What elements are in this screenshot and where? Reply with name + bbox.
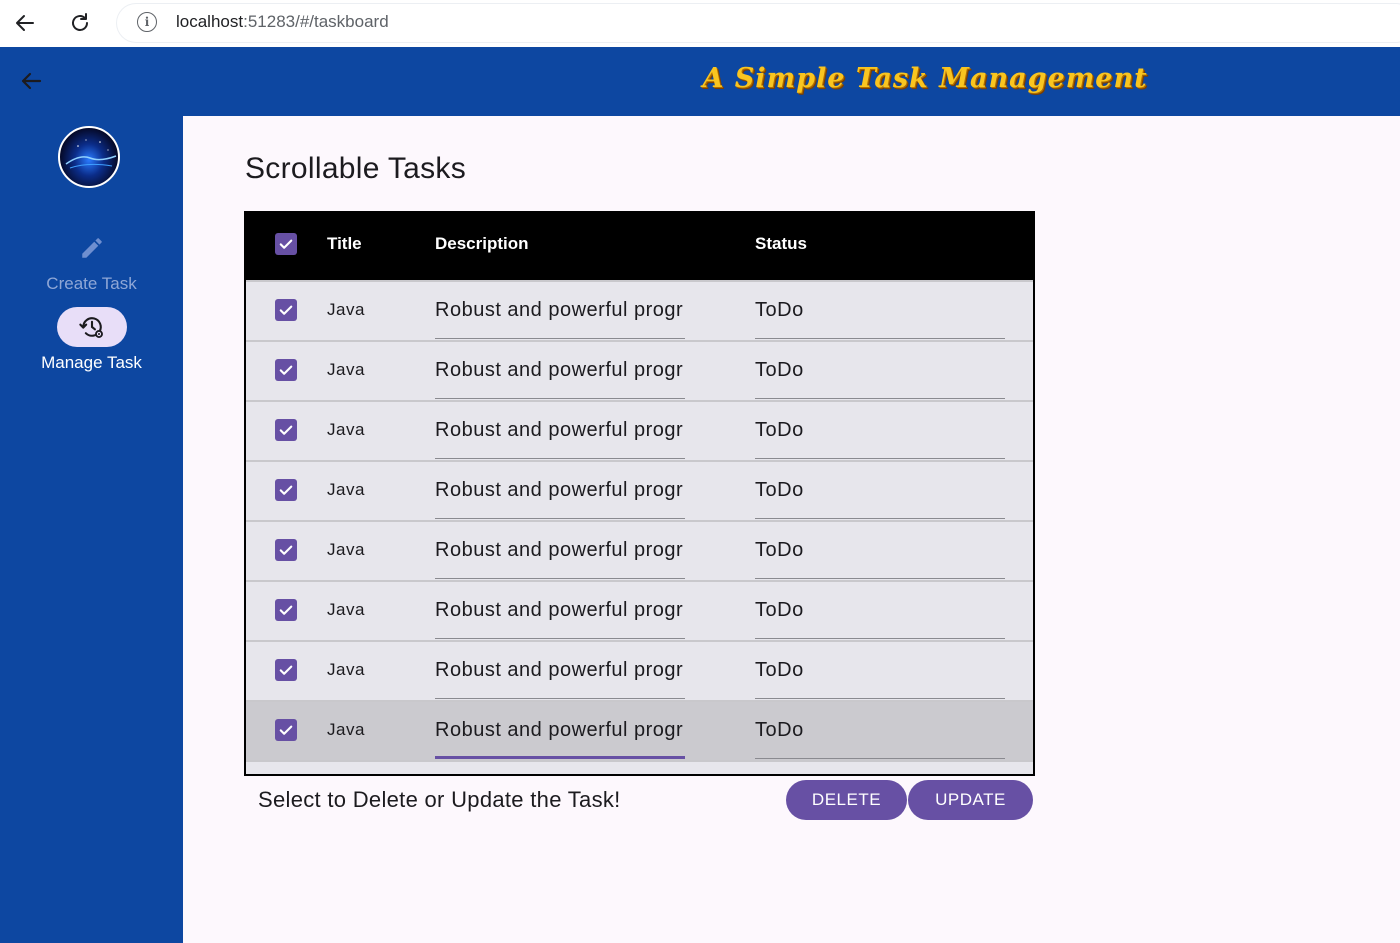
table-row[interactable]: Java Robust and powerful progr ToDo bbox=[246, 520, 1033, 580]
task-title: Java bbox=[327, 660, 365, 679]
task-title: Java bbox=[327, 480, 365, 499]
description-field[interactable]: Robust and powerful progr bbox=[435, 599, 685, 639]
tasks-table[interactable]: Title Description Status Java Robust and… bbox=[244, 211, 1035, 776]
reload-icon bbox=[72, 13, 88, 31]
check-icon bbox=[279, 365, 293, 375]
table-row[interactable]: Java Robust and powerful progr ToDo bbox=[246, 580, 1033, 640]
site-info-icon[interactable]: i bbox=[137, 12, 157, 32]
app-bar: A Simple Task Management bbox=[0, 47, 1400, 116]
task-title: Java bbox=[327, 360, 365, 379]
delete-button[interactable]: DELETE bbox=[786, 780, 907, 820]
navigation-rail: Create Task Manage Task bbox=[0, 116, 183, 943]
status-field[interactable]: ToDo bbox=[755, 359, 1005, 399]
arrow-back-icon bbox=[21, 72, 42, 90]
task-title: Java bbox=[327, 720, 365, 739]
description-field[interactable]: Robust and powerful progr bbox=[435, 419, 685, 459]
browser-back-button[interactable] bbox=[7, 6, 43, 40]
table-row[interactable]: Java Robust and powerful progr ToDo bbox=[246, 700, 1033, 760]
description-field[interactable]: Robust and powerful progr bbox=[435, 659, 685, 699]
status-field[interactable]: ToDo bbox=[755, 479, 1005, 519]
row-checkbox[interactable] bbox=[275, 479, 297, 501]
description-field[interactable]: Robust and powerful progr bbox=[435, 479, 685, 519]
description-field[interactable]: Robust and powerful progr bbox=[435, 539, 685, 579]
table-row[interactable]: Java Robust and powerful progr ToDo bbox=[246, 280, 1033, 340]
status-field[interactable]: ToDo bbox=[755, 299, 1005, 339]
app-title: A Simple Task Management bbox=[702, 63, 1148, 94]
check-icon bbox=[279, 239, 293, 249]
instruction-text: Select to Delete or Update the Task! bbox=[258, 787, 621, 812]
description-field[interactable]: Robust and powerful progr bbox=[435, 719, 685, 759]
avatar bbox=[58, 126, 120, 188]
table-row[interactable]: Java Robust and powerful progr ToDo bbox=[246, 340, 1033, 400]
description-field[interactable]: Robust and powerful progr bbox=[435, 299, 685, 339]
table-header: Title Description Status bbox=[246, 213, 1033, 280]
row-checkbox[interactable] bbox=[275, 719, 297, 741]
check-icon bbox=[279, 485, 293, 495]
rail-label: Create Task bbox=[46, 274, 137, 293]
column-header-status[interactable]: Status bbox=[755, 234, 807, 254]
column-header-description[interactable]: Description bbox=[435, 234, 529, 254]
table-row[interactable]: Java Robust and powerful progr ToDo bbox=[246, 400, 1033, 460]
table-row-partial bbox=[246, 760, 1033, 774]
check-icon bbox=[279, 425, 293, 435]
arrow-left-icon bbox=[16, 15, 34, 31]
app-back-button[interactable] bbox=[14, 64, 48, 98]
status-field[interactable]: ToDo bbox=[755, 599, 1005, 639]
pencil-icon bbox=[81, 238, 102, 258]
main-content: Scrollable Tasks Title Description Statu… bbox=[183, 116, 1400, 943]
page-title: Scrollable Tasks bbox=[245, 152, 467, 185]
url-text[interactable]: localhost:51283/#/taskboard bbox=[176, 12, 389, 32]
description-field[interactable]: Robust and powerful progr bbox=[435, 359, 685, 399]
check-icon bbox=[279, 725, 293, 735]
browser-toolbar: i localhost:51283/#/taskboard bbox=[0, 0, 1400, 47]
row-checkbox[interactable] bbox=[275, 419, 297, 441]
select-all-checkbox[interactable] bbox=[275, 233, 297, 255]
task-title: Java bbox=[327, 420, 365, 439]
rail-label: Manage Task bbox=[41, 353, 142, 372]
table-row[interactable]: Java Robust and powerful progr ToDo bbox=[246, 640, 1033, 700]
rail-icon-container bbox=[57, 228, 127, 268]
task-title: Java bbox=[327, 600, 365, 619]
check-icon bbox=[279, 665, 293, 675]
status-field[interactable]: ToDo bbox=[755, 539, 1005, 579]
task-title: Java bbox=[327, 540, 365, 559]
status-field[interactable]: ToDo bbox=[755, 659, 1005, 699]
task-title: Java bbox=[327, 300, 365, 319]
row-checkbox[interactable] bbox=[275, 299, 297, 321]
rail-icon-container bbox=[56, 307, 127, 347]
rail-item-create-task[interactable]: Create Task bbox=[0, 228, 183, 294]
row-checkbox[interactable] bbox=[275, 539, 297, 561]
row-checkbox[interactable] bbox=[275, 599, 297, 621]
browser-reload-button[interactable] bbox=[62, 6, 98, 40]
update-button[interactable]: UPDATE bbox=[908, 780, 1033, 820]
status-field[interactable]: ToDo bbox=[755, 719, 1005, 759]
status-field[interactable]: ToDo bbox=[755, 419, 1005, 459]
column-header-title[interactable]: Title bbox=[327, 234, 362, 254]
row-checkbox[interactable] bbox=[275, 659, 297, 681]
check-icon bbox=[279, 545, 293, 555]
row-checkbox[interactable] bbox=[275, 359, 297, 381]
manage-history-icon bbox=[78, 317, 103, 338]
table-row[interactable]: Java Robust and powerful progr ToDo bbox=[246, 460, 1033, 520]
check-icon bbox=[279, 305, 293, 315]
rail-item-manage-task[interactable]: Manage Task bbox=[0, 307, 183, 373]
check-icon bbox=[279, 605, 293, 615]
